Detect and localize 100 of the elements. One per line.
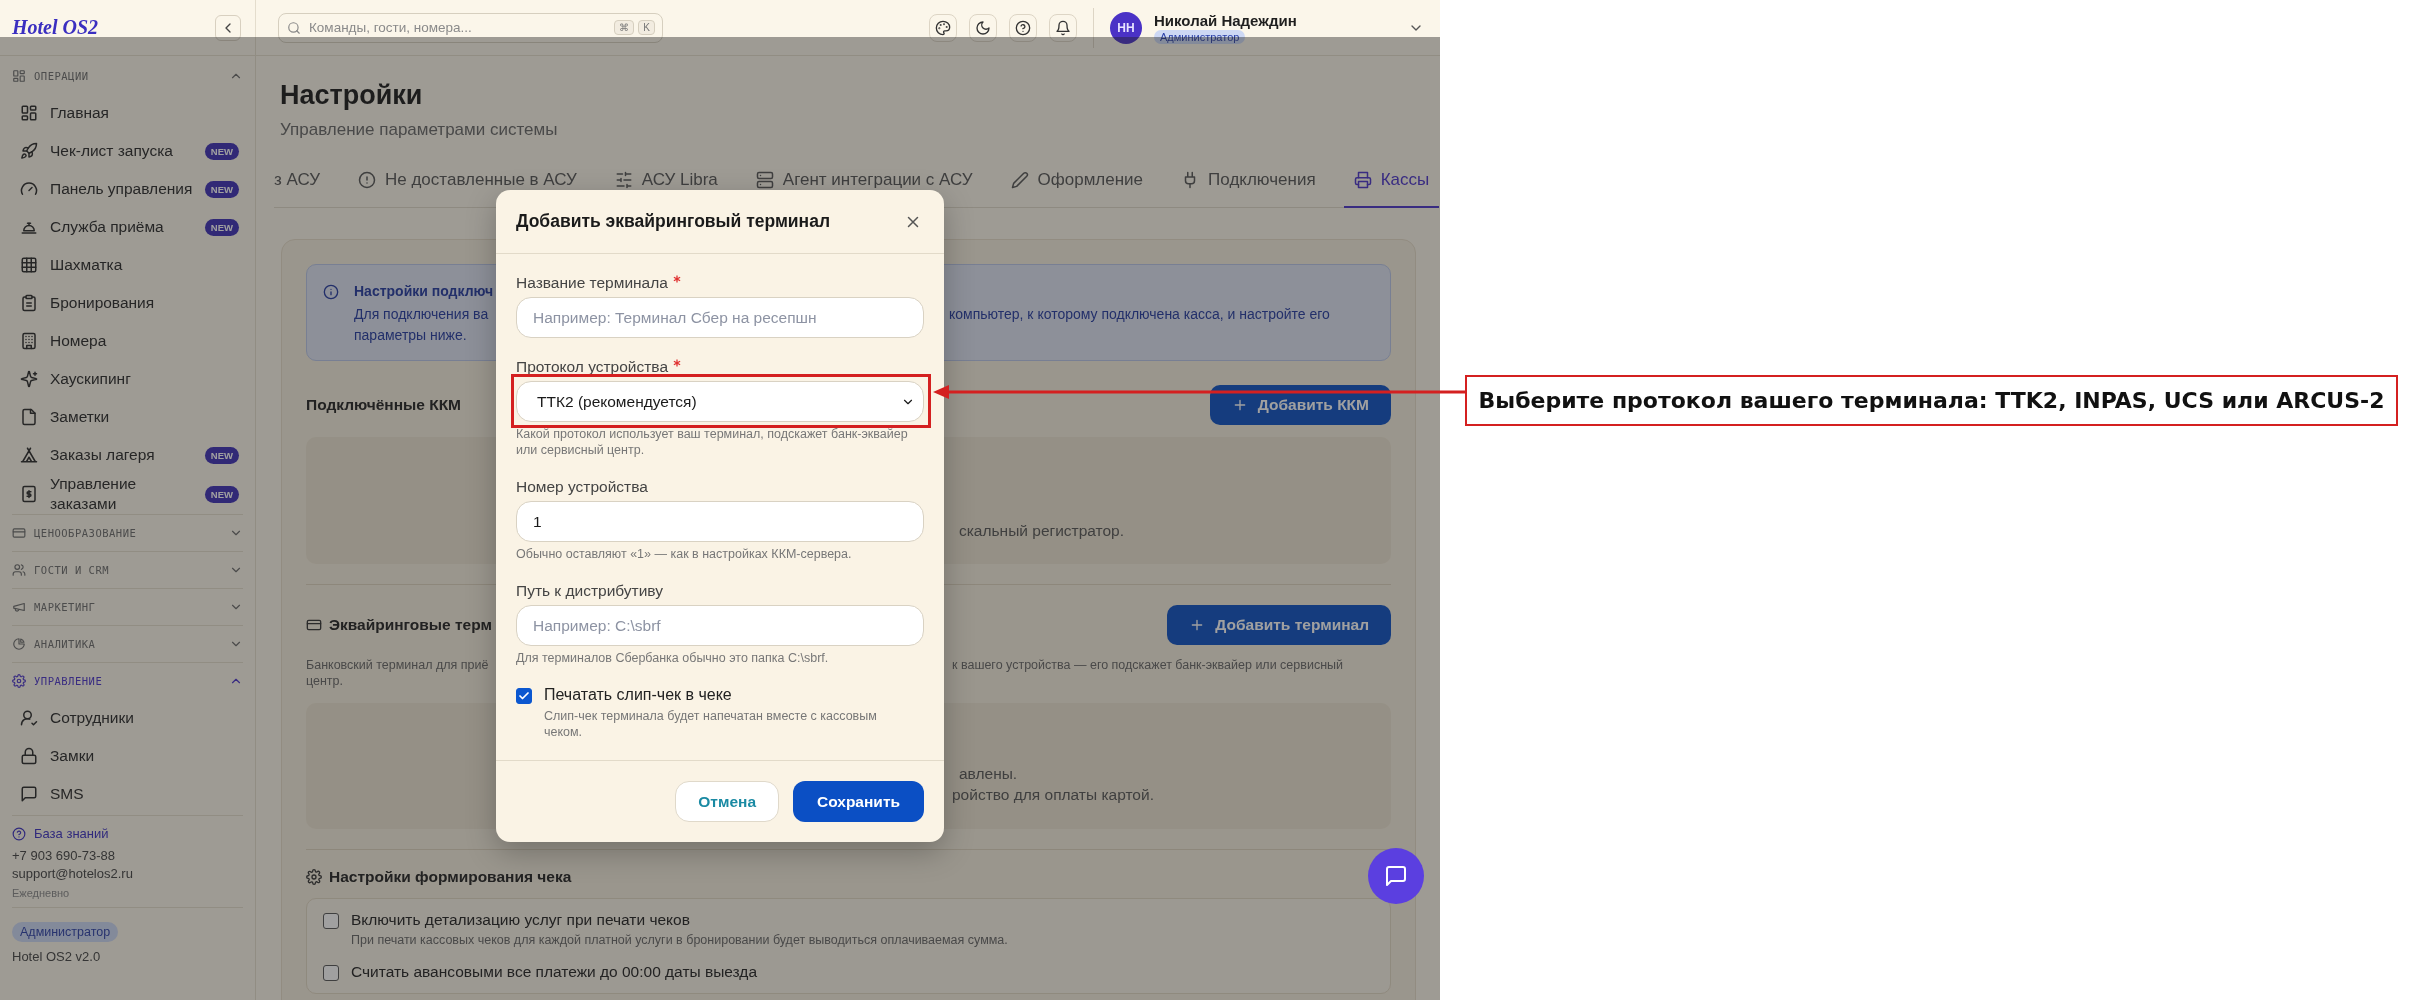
- chat-icon: [20, 785, 38, 803]
- users-icon: [12, 563, 26, 577]
- gauge-icon: [20, 180, 38, 198]
- sidebar-item[interactable]: Управление заказами NEW: [12, 474, 243, 514]
- section-header[interactable]: ГОСТИ И CRM: [12, 552, 243, 588]
- checkbox[interactable]: [323, 913, 339, 929]
- lock-icon: [20, 747, 38, 765]
- section-title: Настройки формирования чека: [329, 868, 572, 886]
- hours-text: Ежедневно: [12, 887, 71, 899]
- help-icon: [12, 826, 26, 841]
- sidebar-item[interactable]: SMS: [12, 775, 243, 813]
- server-icon: [755, 171, 774, 189]
- info-text: Для подключения ва: [354, 305, 490, 324]
- sidebar-item[interactable]: Замки: [12, 737, 243, 775]
- new-badge: NEW: [204, 180, 239, 198]
- sidebar-item[interactable]: Главная: [12, 94, 243, 132]
- page-title: Настройки: [280, 79, 424, 112]
- new-badge: NEW: [204, 142, 239, 160]
- help-icon: [1015, 19, 1031, 36]
- dialog-title: Добавить эквайринговый терминал: [516, 211, 831, 232]
- user-name: Николай Надеждин: [1154, 11, 1297, 29]
- checkbox-label: Печатать слип-чек в чеке: [544, 686, 733, 704]
- alert-icon: [358, 171, 376, 189]
- role-badge: Администратор: [12, 922, 119, 942]
- credit-card-icon: [12, 526, 26, 540]
- cancel-button[interactable]: Отмена: [675, 781, 779, 822]
- checkbox[interactable]: [323, 965, 339, 981]
- tab[interactable]: Оформление: [1000, 158, 1154, 208]
- section-header[interactable]: АНАЛИТИКА: [12, 626, 243, 662]
- app-logo[interactable]: Hotel OS2: [12, 16, 99, 39]
- input-field[interactable]: Например: Терминал Сбер на ресепшн: [516, 297, 924, 338]
- building-icon: [20, 332, 38, 350]
- description-text: центр.: [306, 673, 344, 689]
- user-avatar[interactable]: НН: [1110, 11, 1142, 44]
- sidebar-item[interactable]: Заказы лагеря NEW: [12, 436, 243, 474]
- moon-icon: [975, 19, 991, 36]
- info-icon: [323, 284, 339, 300]
- rocket-icon: [20, 142, 38, 160]
- description-text: Банковский терминал для приё: [306, 657, 490, 673]
- info-text: компьютер, к которому подключена касса, и настройте его: [949, 305, 1330, 324]
- new-badge: NEW: [204, 446, 239, 464]
- add-kkm-button[interactable]: Добавить ККМ: [1209, 385, 1391, 425]
- tab[interactable]: АСУ Libra: [604, 158, 728, 208]
- collapse-button[interactable]: [215, 14, 241, 41]
- sidebar-item[interactable]: Номера: [12, 322, 243, 360]
- input-field[interactable]: 1: [516, 501, 924, 542]
- help-button[interactable]: [1009, 13, 1037, 42]
- empty-text: авлены.: [959, 764, 1019, 784]
- section-title: Подключённые ККМ: [306, 396, 462, 414]
- protocol-select[interactable]: ТТК2 (рекомендуется): [516, 381, 924, 422]
- description-text: к вашего устройства — его подскажет банк-эквайер или сервисный: [952, 657, 1343, 673]
- field-label: Номер устройства: [516, 478, 648, 496]
- dashboard-icon: [20, 104, 38, 122]
- sidebar-item[interactable]: Бронирования: [12, 284, 243, 322]
- tab[interactable]: Агент интеграции с АСУ: [745, 158, 983, 208]
- section-header[interactable]: УПРАВЛЕНИЕ: [12, 663, 243, 699]
- tab[interactable]: Подключения: [1171, 158, 1326, 208]
- sidebar-item[interactable]: Шахматка: [12, 246, 243, 284]
- required-icon: [673, 359, 682, 367]
- hint-text: Какой протокол использует ваш терминал, подскажет банк-эквайер или сервисный центр.: [516, 426, 909, 458]
- sidebar-item[interactable]: Служба приёма NEW: [12, 208, 243, 246]
- theme-button[interactable]: [969, 13, 997, 42]
- save-button[interactable]: Сохранить: [793, 781, 924, 822]
- user-check-icon: [20, 709, 38, 727]
- field-label: Протокол устройства: [516, 358, 669, 376]
- field-label: Путь к дистрибутиву: [516, 582, 663, 600]
- version-text: Hotel OS2 v2.0: [12, 948, 102, 966]
- printer-icon: [1353, 171, 1372, 189]
- hint-text: Обычно оставляют «1» — как в настройках ККМ-сервера.: [516, 546, 853, 562]
- section-header[interactable]: ОПЕРАЦИИ: [12, 58, 243, 94]
- input-field[interactable]: Например: C:\sbrf: [516, 605, 924, 646]
- option-label: Считать авансовыми все платежи до 00:00 даты выезда: [351, 963, 758, 981]
- pie-chart-icon: [12, 637, 26, 651]
- callout-text: Выберите протокол вашего терминала: TTK2, INPAS, UCS или ARCUS-2: [1465, 375, 2398, 426]
- bell-icon: [1055, 19, 1071, 36]
- credit-card-icon: [306, 617, 322, 633]
- tab[interactable]: Не доставленные в АСУ: [348, 158, 587, 208]
- info-text: параметры ниже.: [354, 326, 467, 345]
- chat-icon: [1384, 864, 1408, 888]
- tab[interactable]: з АСУ: [274, 158, 330, 208]
- sidebar-item[interactable]: Чек-лист запуска NEW: [12, 132, 243, 170]
- grid-icon: [20, 256, 38, 274]
- search-icon: [287, 20, 301, 35]
- knowledge-base-link[interactable]: База знаний: [12, 826, 243, 841]
- section-header[interactable]: ЦЕНООБРАЗОВАНИЕ: [12, 515, 243, 551]
- pencil-icon: [1010, 171, 1029, 189]
- sidebar-item[interactable]: Панель управления NEW: [12, 170, 243, 208]
- palette-button[interactable]: [929, 13, 957, 42]
- checkbox[interactable]: [516, 688, 532, 704]
- sidebar-item[interactable]: Хаускипинг: [12, 360, 243, 398]
- add-terminal-button[interactable]: Добавить терминал: [1167, 605, 1391, 645]
- notifications-button[interactable]: [1049, 13, 1077, 42]
- settings-icon: [306, 869, 322, 885]
- tab[interactable]: Кассы: [1343, 158, 1440, 208]
- section-header[interactable]: МАРКЕТИНГ: [12, 589, 243, 625]
- new-badge: NEW: [204, 218, 239, 236]
- hint-text: Слип-чек терминала будет напечатан вместе с кассовым чеком.: [544, 708, 878, 740]
- sidebar-item[interactable]: Заметки: [12, 398, 243, 436]
- tent-icon: [20, 446, 38, 464]
- sidebar-item[interactable]: Сотрудники: [12, 699, 243, 737]
